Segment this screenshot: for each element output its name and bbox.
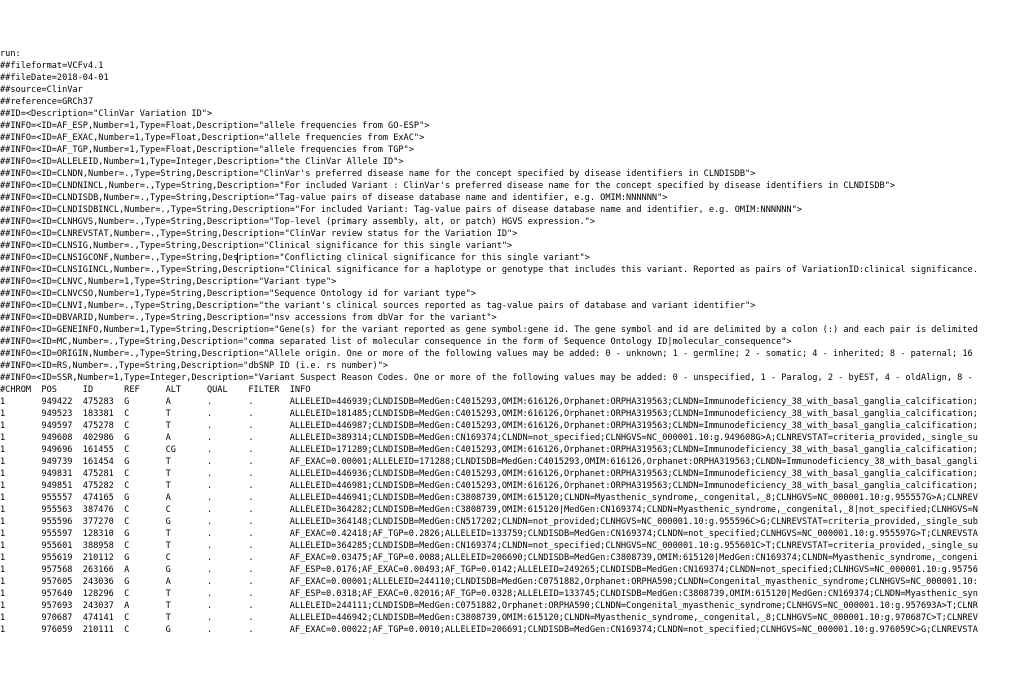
vcf-header: ##INFO=<ID=AF_TGP,Number=1,Type=Float,De… <box>0 144 1024 156</box>
vcf-header: ##INFO=<ID=CLNSIG,Number=.,Type=String,D… <box>0 240 1024 252</box>
vcf-header: ##INFO=<ID=CLNVC,Number=1,Type=String,De… <box>0 276 1024 288</box>
vcf-row: 1 957640 128296 C T . . AF_ESP=0.0318;AF… <box>0 588 1024 600</box>
vcf-header: ##INFO=<ID=AF_ESP,Number=1,Type=Float,De… <box>0 120 1024 132</box>
vcf-row: 1 955601 388958 C T . . ALLELEID=364285;… <box>0 540 1024 552</box>
vcf-row: 1 949597 475278 C T . . ALLELEID=446987;… <box>0 420 1024 432</box>
vcf-header: ##INFO=<ID=CLNDISDBINCL,Number=.,Type=St… <box>0 204 1024 216</box>
vcf-header: ##INFO=<ID=AF_EXAC,Number=1,Type=Float,D… <box>0 132 1024 144</box>
vcf-row: 1 949422 475283 G A . . ALLELEID=446939;… <box>0 396 1024 408</box>
vcf-header: ##reference=GRCh37 <box>0 96 1024 108</box>
vcf-header: ##INFO=<ID=CLNDNINCL,Number=.,Type=Strin… <box>0 180 1024 192</box>
vcf-header: ##INFO=<ID=CLNHGVS,Number=.,Type=String,… <box>0 216 1024 228</box>
vcf-row: 1 955563 387476 C C . . ALLELEID=364282;… <box>0 504 1024 516</box>
vcf-row: 1 949696 161455 C CG . . ALLELEID=171289… <box>0 444 1024 456</box>
vcf-header: ##INFO=<ID=ALLELEID,Number=1,Type=Intege… <box>0 156 1024 168</box>
vcf-header: ##INFO=<ID=ORIGIN,Number=.,Type=String,D… <box>0 348 1024 360</box>
vcf-row: 1 955596 377270 C G . . ALLELEID=364148;… <box>0 516 1024 528</box>
vcf-header: ##INFO=<ID=CLNSIGCONF,Number=.,Type=Stri… <box>0 252 1024 264</box>
vcf-row: 1 949523 183381 C T . . ALLELEID=181485;… <box>0 408 1024 420</box>
vcf-header: ##INFO=<ID=MC,Number=.,Type=String,Descr… <box>0 336 1024 348</box>
vcf-header: ##INFO=<ID=CLNDISDB,Number=.,Type=String… <box>0 192 1024 204</box>
vcf-row: 1 955619 210112 G C . . AF_EXAC=0.03475;… <box>0 552 1024 564</box>
vcf-row: 1 949739 161454 G T . . AF_EXAC=0.00001;… <box>0 456 1024 468</box>
vcf-columns-header: #CHROM POS ID REF ALT QUAL FILTER INFO <box>0 384 1024 396</box>
vcf-row: 1 957605 243036 G A . . AF_EXAC=0.00001;… <box>0 576 1024 588</box>
vcf-header: ##INFO=<ID=CLNVCSO,Number=1,Type=String,… <box>0 288 1024 300</box>
vcf-header: ##INFO=<ID=SSR,Number=1,Type=Integer,Des… <box>0 372 1024 384</box>
vcf-header: ##INFO=<ID=RS,Number=.,Type=String,Descr… <box>0 360 1024 372</box>
vcf-row: 1 957568 263166 A G . . AF_ESP=0.0176;AF… <box>0 564 1024 576</box>
vcf-header: ##INFO=<ID=CLNSIGINCL,Number=.,Type=Stri… <box>0 264 1024 276</box>
vcf-row: 1 955597 128310 G T . . AF_EXAC=0.42418;… <box>0 528 1024 540</box>
vcf-row: 1 957693 243037 A T . . ALLELEID=244111;… <box>0 600 1024 612</box>
vcf-row: 1 949851 475282 C T . . ALLELEID=446981;… <box>0 480 1024 492</box>
vcf-header: ##INFO=<ID=GENEINFO,Number=1,Type=String… <box>0 324 1024 336</box>
vcf-header: ##ID=<Description="ClinVar Variation ID"… <box>0 108 1024 120</box>
vcf-row: 1 955557 474165 G A . . ALLELEID=446941;… <box>0 492 1024 504</box>
vcf-row: 1 976059 210111 C G . . AF_EXAC=0.00022;… <box>0 624 1024 636</box>
vcf-header: ##fileDate=2018-04-01 <box>0 72 1024 84</box>
terminal-output: run:##fileformat=VCFv4.1##fileDate=2018-… <box>0 48 1024 636</box>
vcf-header: ##source=ClinVar <box>0 84 1024 96</box>
vcf-header: ##fileformat=VCFv4.1 <box>0 60 1024 72</box>
vcf-header: ##INFO=<ID=CLNDN,Number=.,Type=String,De… <box>0 168 1024 180</box>
prompt-line: run: <box>0 48 1024 60</box>
vcf-header: ##INFO=<ID=CLNREVSTAT,Number=.,Type=Stri… <box>0 228 1024 240</box>
vcf-row: 1 949608 402986 G A . . ALLELEID=389314;… <box>0 432 1024 444</box>
vcf-header: ##INFO=<ID=DBVARID,Number=.,Type=String,… <box>0 312 1024 324</box>
vcf-row: 1 949831 475281 C T . . ALLELEID=446936;… <box>0 468 1024 480</box>
vcf-header: ##INFO=<ID=CLNVI,Number=.,Type=String,De… <box>0 300 1024 312</box>
vcf-row: 1 970687 474141 C T . . ALLELEID=446942;… <box>0 612 1024 624</box>
